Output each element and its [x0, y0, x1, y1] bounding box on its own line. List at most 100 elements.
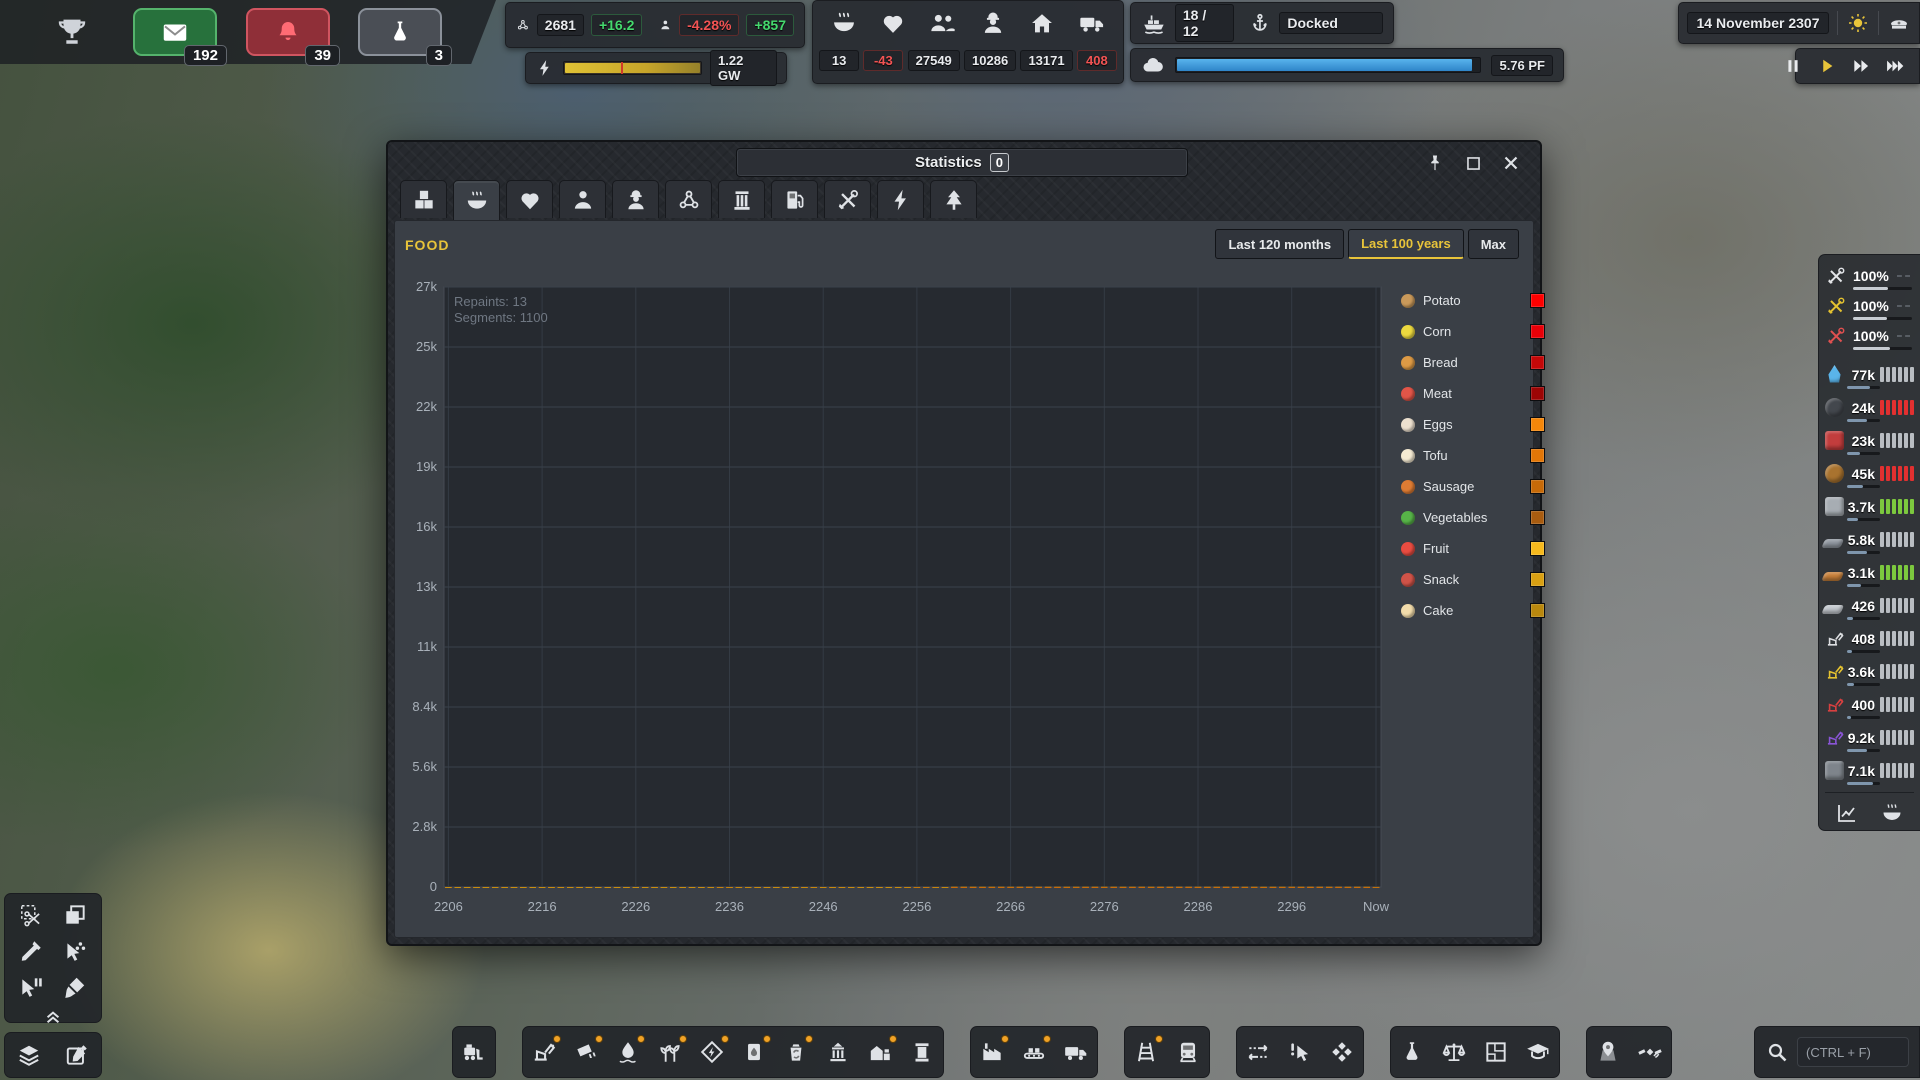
tab-citizens[interactable] [559, 180, 606, 218]
sidebar-resource-steel-sheets[interactable]: 426 [1825, 589, 1914, 622]
legend-color-swatch[interactable] [1530, 355, 1545, 370]
sidebar-resource-planks[interactable]: 3.1k [1825, 556, 1914, 589]
legend-item-bread[interactable]: Bread [1401, 347, 1545, 378]
legend-color-swatch[interactable] [1530, 386, 1545, 401]
build-farming[interactable] [657, 1039, 683, 1065]
sidebar-resource-construction-parts-ii[interactable]: 3.6k [1825, 655, 1914, 688]
compute-bar[interactable] [1175, 57, 1481, 73]
sidebar-maintenance-iii[interactable]: 100% [1825, 321, 1914, 351]
statistics-shortcut-icon[interactable] [1835, 801, 1859, 825]
sidebar-resource-construction-parts-iv[interactable]: 9.2k [1825, 721, 1914, 754]
select-unity-tool[interactable] [62, 938, 88, 964]
alert-badge[interactable]: 39 [246, 8, 330, 56]
legend-color-swatch[interactable] [1530, 510, 1545, 525]
clear-brush-tool[interactable] [62, 974, 88, 1000]
tab-fuel[interactable] [771, 180, 818, 218]
copy-tool[interactable] [62, 902, 88, 928]
legend-item-vegetables[interactable]: Vegetables [1401, 502, 1545, 533]
build-water-pump[interactable] [615, 1039, 641, 1065]
sidebar-resource-water[interactable]: 77k [1825, 358, 1914, 391]
legend-color-swatch[interactable] [1530, 541, 1545, 556]
legend-item-eggs[interactable]: Eggs [1401, 409, 1545, 440]
build-oil-barrel[interactable] [741, 1039, 767, 1065]
sidebar-maintenance-i[interactable]: 100% [1825, 261, 1914, 291]
sidebar-resource-construction-parts-iii[interactable]: 400 [1825, 688, 1914, 721]
tab-cargo[interactable] [400, 180, 447, 218]
legend-color-swatch[interactable] [1530, 448, 1545, 463]
build-satellite[interactable] [1637, 1039, 1663, 1065]
build-world-map[interactable] [1595, 1039, 1621, 1065]
fastest-forward-button[interactable] [1885, 56, 1905, 76]
build-priority-cursor[interactable] [1287, 1039, 1313, 1065]
workers-icon[interactable] [979, 9, 1007, 37]
legend-item-corn[interactable]: Corn [1401, 316, 1545, 347]
tab-workers[interactable] [612, 180, 659, 218]
statistics-title-bar[interactable]: Statistics 0 [736, 148, 1188, 177]
build-waste-pillar[interactable] [909, 1039, 935, 1065]
logistics-truck-icon[interactable] [1078, 9, 1106, 37]
pause-button[interactable] [1783, 56, 1803, 76]
build-blueprints[interactable] [1483, 1039, 1509, 1065]
sidebar-resource-server-racks[interactable]: 7.1k [1825, 754, 1914, 787]
build-terrain-leveling[interactable] [1245, 1039, 1271, 1065]
collapse-toolbar-button[interactable] [5, 1002, 101, 1034]
tab-power[interactable] [877, 180, 924, 218]
legend-item-meat[interactable]: Meat [1401, 378, 1545, 409]
layers-tool[interactable] [16, 1042, 42, 1068]
health-heart-icon[interactable] [879, 9, 907, 37]
maximize-button[interactable] [1460, 151, 1486, 175]
research-badge[interactable]: 3 [358, 8, 442, 56]
legend-color-swatch[interactable] [1530, 479, 1545, 494]
weather-sun-icon[interactable] [1846, 11, 1870, 35]
build-dumping[interactable] [573, 1039, 599, 1065]
build-excavation[interactable] [531, 1039, 557, 1065]
ship-status[interactable]: Docked [1279, 12, 1383, 34]
mail-badge[interactable]: 192 [133, 8, 217, 56]
tab-unity[interactable] [665, 180, 712, 218]
captain-icon[interactable] [1887, 11, 1911, 35]
food-bowl-icon[interactable] [830, 9, 858, 37]
sidebar-resource-coal[interactable]: 24k [1825, 391, 1914, 424]
close-button[interactable] [1498, 151, 1524, 175]
tab-pollution[interactable] [930, 180, 977, 218]
search-input[interactable] [1797, 1037, 1909, 1067]
pipette-tool[interactable] [18, 938, 44, 964]
pin-button[interactable] [1422, 151, 1448, 175]
tab-health[interactable] [506, 180, 553, 218]
legend-item-cake[interactable]: Cake [1401, 595, 1545, 626]
range-button-0[interactable]: Last 120 months [1215, 229, 1344, 259]
build-bulldozer[interactable] [461, 1039, 487, 1065]
range-button-2[interactable]: Max [1468, 229, 1519, 259]
build-train[interactable] [1175, 1039, 1201, 1065]
fast-forward-button[interactable] [1851, 56, 1871, 76]
play-button[interactable] [1817, 56, 1837, 76]
edit-mode-tool[interactable] [64, 1042, 90, 1068]
legend-color-swatch[interactable] [1530, 324, 1545, 339]
sidebar-resource-diesel[interactable]: 23k [1825, 424, 1914, 457]
food-shortcut-icon[interactable] [1880, 801, 1904, 825]
legend-item-snack[interactable]: Snack [1401, 564, 1545, 595]
legend-item-potato[interactable]: Potato [1401, 285, 1545, 316]
power-bar[interactable] [563, 61, 702, 75]
build-factory[interactable] [979, 1039, 1005, 1065]
select-pause-tool[interactable] [18, 974, 44, 1000]
sidebar-resource-construction-parts[interactable]: 408 [1825, 622, 1914, 655]
legend-item-tofu[interactable]: Tofu [1401, 440, 1545, 471]
build-rails[interactable] [1133, 1039, 1159, 1065]
sidebar-resource-metal-sheets[interactable]: 5.8k [1825, 523, 1914, 556]
tab-maintenance[interactable] [824, 180, 871, 218]
build-storage[interactable] [867, 1039, 893, 1065]
legend-color-swatch[interactable] [1530, 417, 1545, 432]
legend-color-swatch[interactable] [1530, 293, 1545, 308]
housing-icon[interactable] [1028, 9, 1056, 37]
legend-item-fruit[interactable]: Fruit [1401, 533, 1545, 564]
sidebar-maintenance-ii[interactable]: 100% [1825, 291, 1914, 321]
sidebar-resource-logs[interactable]: 45k [1825, 457, 1914, 490]
build-trade-scales[interactable] [1441, 1039, 1467, 1065]
build-trucks[interactable] [1063, 1039, 1089, 1065]
build-recycling[interactable] [783, 1039, 809, 1065]
build-academy[interactable] [1525, 1039, 1551, 1065]
build-settlement[interactable] [825, 1039, 851, 1065]
build-surface-pattern[interactable] [1329, 1039, 1355, 1065]
trophy-icon[interactable] [55, 14, 89, 48]
